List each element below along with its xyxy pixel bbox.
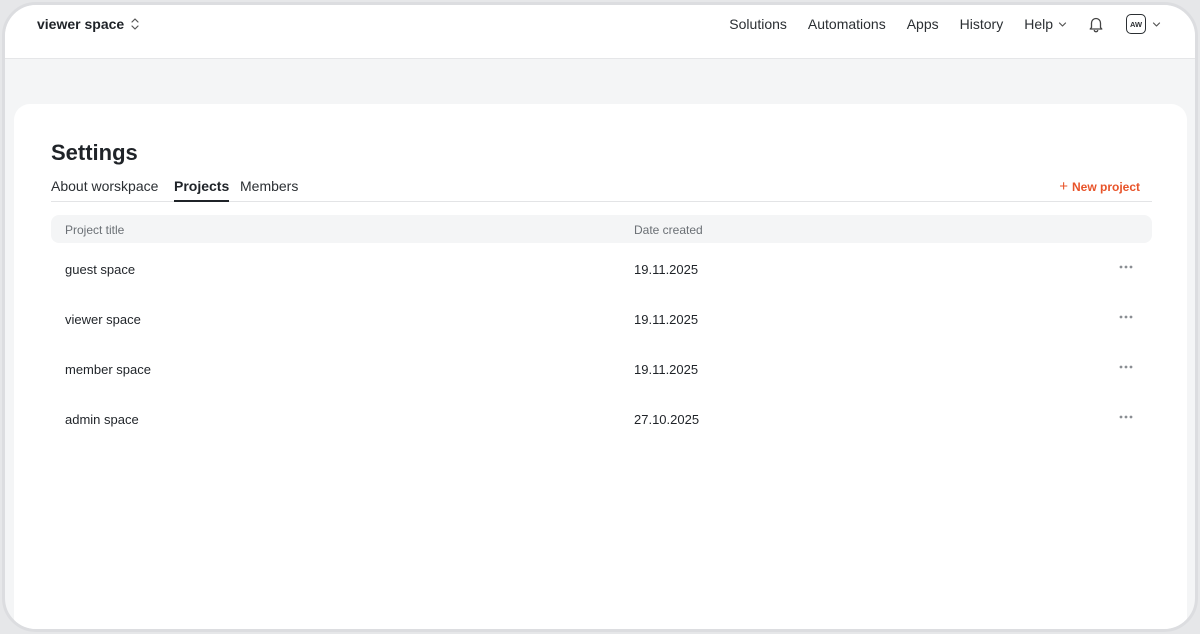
more-icon[interactable] (1118, 411, 1134, 423)
nav-solutions[interactable]: Solutions (729, 16, 787, 32)
page-title: Settings (51, 140, 138, 165)
tab-about-workspace[interactable]: About worskpace (51, 178, 158, 202)
project-date: 19.11.2025 (634, 312, 699, 327)
table-row[interactable]: guest space 19.11.2025 (51, 243, 1152, 293)
column-header-date: Date created (634, 223, 703, 237)
more-icon[interactable] (1118, 361, 1134, 373)
nav-automations[interactable]: Automations (808, 16, 886, 32)
project-date: 27.10.2025 (634, 412, 700, 427)
user-menu[interactable]: AW (1126, 14, 1161, 34)
new-project-button[interactable]: + New project (1059, 179, 1140, 194)
project-date: 19.11.2025 (634, 262, 699, 277)
chevron-up-down-icon (130, 17, 140, 31)
table-row[interactable]: viewer space 19.11.2025 (51, 293, 1152, 343)
project-title: admin space (65, 412, 139, 427)
plus-icon: + (1059, 178, 1068, 195)
more-icon[interactable] (1118, 311, 1134, 323)
tab-members[interactable]: Members (240, 178, 298, 202)
nav-apps[interactable]: Apps (907, 16, 939, 32)
project-title: member space (65, 362, 151, 377)
bell-icon[interactable] (1087, 15, 1105, 33)
chevron-down-icon (1058, 20, 1067, 29)
nav-history[interactable]: History (960, 16, 1004, 32)
project-date: 19.11.2025 (634, 362, 699, 377)
settings-card: Settings About worskpace Projects Member… (14, 104, 1187, 629)
app-window: viewer space Solutions Automations Apps … (2, 2, 1198, 632)
workspace-switcher[interactable]: viewer space (37, 5, 140, 43)
main-nav: Solutions Automations Apps History Help … (729, 5, 1161, 43)
column-header-title: Project title (65, 223, 125, 237)
projects-table: Project title Date created guest space 1… (51, 215, 1152, 443)
chevron-down-icon (1152, 20, 1161, 29)
new-project-label: New project (1071, 179, 1140, 194)
project-title: guest space (65, 262, 136, 277)
table-row[interactable]: member space 19.11.2025 (51, 343, 1152, 393)
table-row[interactable]: admin space 27.10.2025 (51, 393, 1152, 443)
avatar: AW (1126, 14, 1146, 34)
nav-help-label: Help (1024, 16, 1053, 32)
tab-projects[interactable]: Projects (174, 178, 230, 202)
settings-tabs: About worskpace Projects Members + New p… (51, 174, 1152, 202)
workspace-name: viewer space (37, 16, 125, 32)
project-title: viewer space (65, 312, 141, 327)
table-header: Project title Date created (51, 215, 1152, 243)
top-bar: viewer space Solutions Automations Apps … (5, 5, 1195, 59)
more-icon[interactable] (1118, 261, 1134, 273)
nav-help[interactable]: Help (1024, 16, 1067, 32)
